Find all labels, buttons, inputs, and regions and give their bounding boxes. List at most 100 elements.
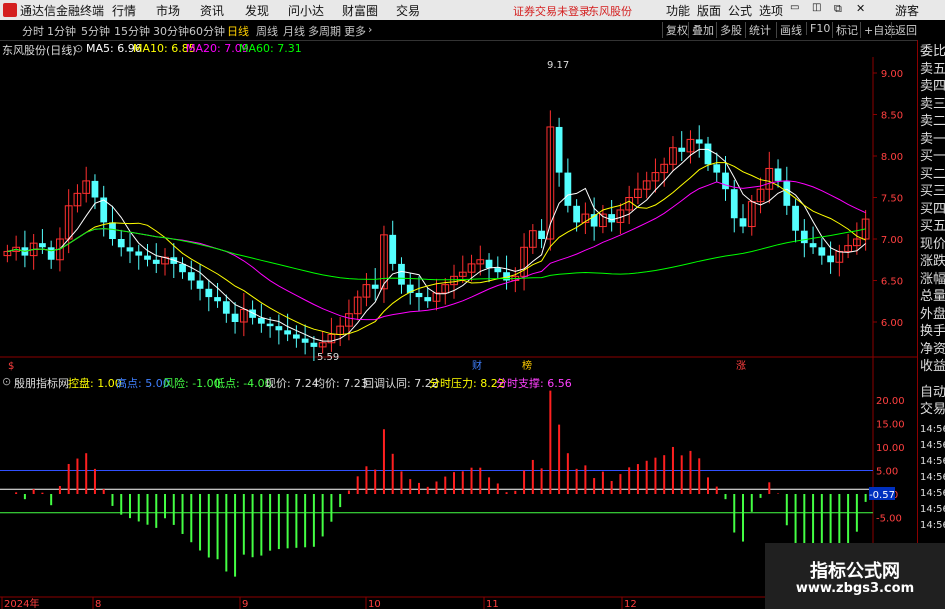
btn-biaoji[interactable]: 标记 (832, 22, 858, 38)
candle-body (152, 259, 160, 264)
chart-title: 东风股份(日线) (2, 44, 77, 57)
tick-time: 14:56 (920, 456, 945, 467)
btn-duogu[interactable]: 多股 (716, 22, 742, 38)
minimize-icon[interactable]: ▭ (790, 2, 799, 13)
maximize-icon[interactable]: ◫ (812, 2, 821, 13)
price-axis-label: 9.00 (881, 69, 903, 80)
menu-hangqing[interactable]: 行情 (112, 2, 136, 19)
period-toolbar: 分时 1分钟 5分钟 15分钟 30分钟 60分钟 日线 周线 月线 多周期 更… (0, 20, 945, 41)
btn-huaxian[interactable]: 画线 (776, 22, 802, 38)
menu-gongneng[interactable]: 功能 (666, 2, 690, 19)
candle-body (774, 168, 782, 181)
more-chevron-icon[interactable]: › (368, 23, 372, 36)
period-15min[interactable]: 15分钟 (114, 23, 150, 39)
price-axis-label: 6.00 (881, 318, 903, 329)
quote-label: 卖四 (920, 79, 945, 94)
candle-body (730, 189, 738, 219)
ind-fenshi-zhicheng: 分时支撑: 6.56 (496, 377, 572, 390)
candle-body (179, 263, 186, 273)
menu-shichang[interactable]: 市场 (156, 2, 180, 19)
period-multi[interactable]: 多周期 (308, 23, 341, 39)
menu-xuanxiang[interactable]: 选项 (759, 2, 783, 19)
ind-junjia: 均价: 7.23 (314, 377, 368, 390)
period-daily[interactable]: 日线 (227, 23, 249, 39)
candle-body (310, 342, 318, 347)
period-30min[interactable]: 30分钟 (153, 23, 189, 39)
candle-body (494, 268, 502, 273)
quote-label: 涨幅 (920, 271, 945, 287)
quote-label: 卖三 (920, 96, 945, 112)
candle-body (91, 180, 99, 198)
candle-body (739, 218, 747, 227)
candle-body (695, 139, 703, 144)
candle-body (573, 205, 580, 223)
candle-body (704, 143, 712, 165)
event-marker: 财 (472, 359, 482, 372)
candle-body (485, 259, 493, 269)
candle-body (564, 172, 572, 206)
candle-body (214, 297, 221, 302)
menu-faxian[interactable]: 发现 (245, 2, 269, 19)
ind-xianjia: 现价: 7.24 (265, 377, 319, 390)
period-weekly[interactable]: 周线 (256, 23, 278, 39)
ma60-value: MA60: 7.31 (239, 42, 302, 55)
candle-body (389, 234, 397, 264)
menu-gongshi[interactable]: 公式 (728, 2, 752, 19)
time-axis-label: 12 (624, 599, 637, 609)
btn-f10[interactable]: F10 (806, 22, 830, 35)
quote-label: 买二 (920, 166, 945, 182)
candle-body (809, 243, 817, 248)
candle-body (818, 247, 826, 256)
candle-body (275, 326, 283, 331)
auto-trade-label[interactable]: 自动 (920, 385, 945, 401)
auto-trade-label[interactable]: 交易 (920, 402, 945, 418)
event-marker: $ (8, 361, 14, 372)
time-axis-label: 10 (368, 599, 381, 609)
btn-back[interactable]: 返回 (891, 22, 917, 38)
menu-caifuquan[interactable]: 财富圈 (342, 2, 378, 19)
candle-body (126, 247, 134, 252)
guest-login[interactable]: 游客 (895, 2, 919, 19)
low-annotation: 5.59 (317, 352, 339, 363)
indicator-settings-icon[interactable]: ⊙ (2, 375, 11, 388)
watermark-logo: 指标公式网 www.zbgs3.com (765, 543, 945, 609)
candle-body (424, 297, 432, 302)
quote-label: 卖二 (920, 114, 945, 129)
ind-fengxian: 风险: -1.00 (163, 377, 221, 390)
candle-body (415, 292, 423, 298)
candle-body (301, 338, 309, 343)
quote-label: 涨跌 (920, 254, 945, 269)
price-axis-label: 6.50 (881, 277, 903, 288)
tick-time: 14:56 (920, 520, 945, 531)
ind-gaodian: 高点: 5.00 (116, 377, 170, 390)
restore-icon[interactable]: ⧉ (834, 2, 842, 16)
candle-body (144, 255, 151, 260)
menu-banmian[interactable]: 版面 (697, 2, 721, 19)
candle-body (257, 317, 265, 324)
menu-zixun[interactable]: 资讯 (200, 2, 224, 19)
tick-time: 14:56 (920, 424, 945, 435)
chart-area[interactable]: 9.00 8.50 8.00 7.50 7.00 6.50 6.00 9.17 5.59 $ 财 榜 涨… (0, 40, 917, 609)
period-5min[interactable]: 5分钟 (81, 23, 110, 39)
period-more[interactable]: 更多 (344, 23, 366, 39)
period-1min[interactable]: 1分钟 (47, 23, 76, 39)
event-marker: 榜 (522, 359, 532, 372)
trade-login-warning[interactable]: 证券交易未登录 (513, 3, 590, 19)
settings-circle-icon[interactable]: ⊙ (74, 42, 83, 55)
btn-diejia[interactable]: 叠加 (688, 22, 714, 38)
watermark-line1: 指标公式网 (810, 561, 900, 582)
candle-body (39, 243, 46, 248)
candle-body (117, 239, 125, 248)
period-fenshi[interactable]: 分时 (22, 23, 44, 39)
btn-fuquan[interactable]: 复权 (662, 22, 688, 38)
btn-tongji[interactable]: 统计 (745, 22, 771, 38)
event-marker: 涨 (736, 360, 746, 372)
menu-jiaoyi[interactable]: 交易 (396, 2, 420, 19)
price-axis-label: 8.00 (881, 152, 903, 163)
menu-wenxiaoda[interactable]: 问小达 (288, 2, 324, 19)
period-60min[interactable]: 60分钟 (189, 23, 225, 39)
period-monthly[interactable]: 月线 (283, 23, 305, 39)
close-icon[interactable]: ✕ (856, 2, 865, 15)
candle-body (608, 214, 616, 223)
btn-add-favorite[interactable]: +自选 (860, 22, 895, 38)
